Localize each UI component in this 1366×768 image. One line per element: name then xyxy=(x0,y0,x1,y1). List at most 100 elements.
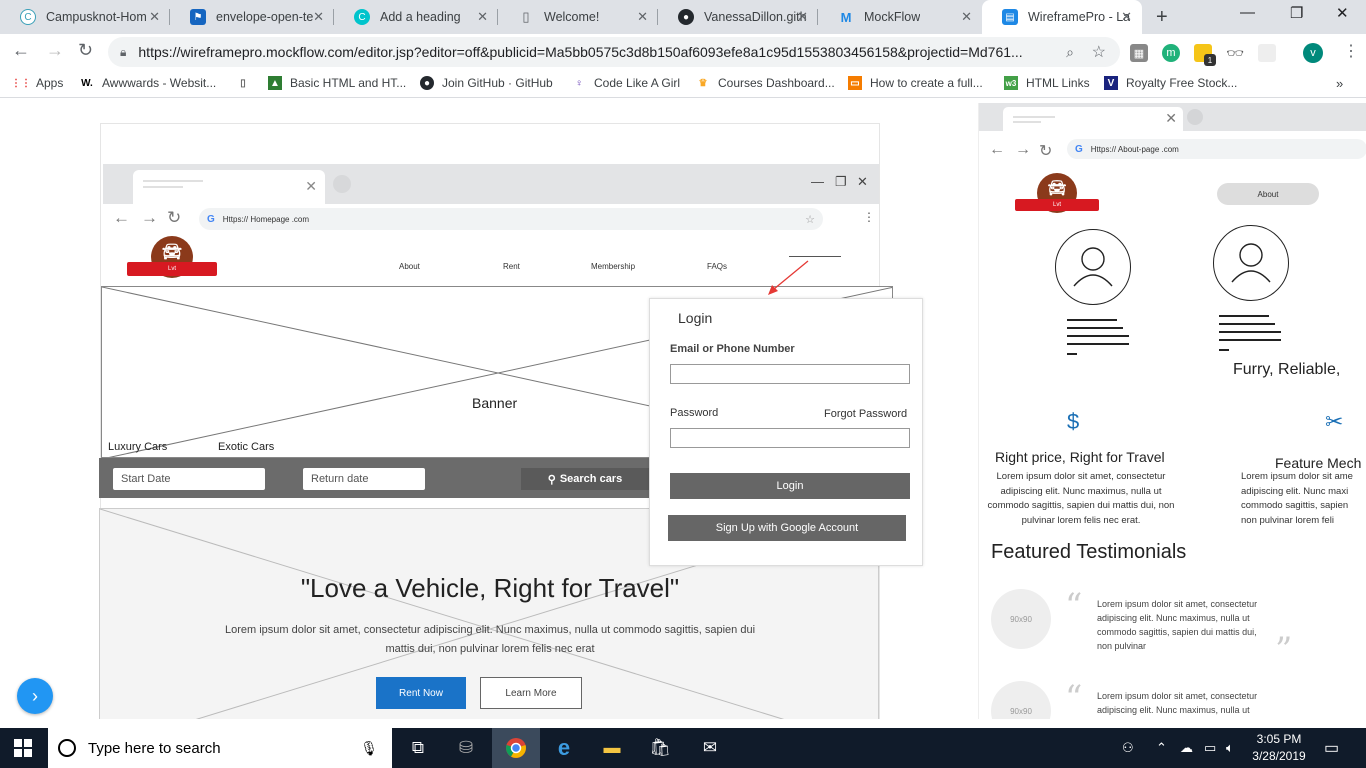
extension-blank-icon[interactable] xyxy=(1258,44,1276,62)
bookmark-awwwards[interactable]: W. Awwwards - Websit... xyxy=(80,76,216,90)
rent-now-button[interactable]: Rent Now xyxy=(376,677,466,709)
search-cars-button[interactable]: ⚲ Search cars xyxy=(521,468,649,490)
crown-icon: ♛ xyxy=(698,77,708,89)
google-signup-button[interactable]: Sign Up with Google Account xyxy=(668,515,906,541)
mock-tab: ✕ xyxy=(133,170,325,204)
tab-mockflow[interactable]: M MockFlow ✕ xyxy=(818,0,982,34)
testimonials-title: Featured Testimonials xyxy=(991,541,1187,563)
close-window-icon[interactable]: ✕ xyxy=(1336,4,1349,22)
tab-envelope[interactable]: ⚑ envelope-open-te ✕ xyxy=(170,0,334,34)
reload-icon[interactable]: ↻ xyxy=(78,40,93,61)
wireframepro-icon: ▤ xyxy=(1002,9,1018,25)
car-icon: 🚘︎ xyxy=(1047,180,1067,197)
document-icon: ▯ xyxy=(522,9,530,24)
password-field[interactable] xyxy=(670,428,910,448)
chrome-taskbar-icon[interactable] xyxy=(492,728,540,768)
start-date-input[interactable]: Start Date xyxy=(113,468,265,490)
tray-chevron-up-icon[interactable]: ⌃ xyxy=(1156,740,1167,756)
address-bar[interactable]: 🔒︎ https://wireframepro.mockflow.com/edi… xyxy=(108,37,1120,67)
minimize-icon[interactable]: — xyxy=(1240,4,1255,21)
bookmark-royalty-free[interactable]: V Royalty Free Stock... xyxy=(1104,76,1237,90)
forgot-password-link[interactable]: Forgot Password xyxy=(824,408,907,420)
close-icon[interactable]: ✕ xyxy=(1121,9,1132,25)
bookmark-code-like-a-girl[interactable]: ♀ Code Like A Girl xyxy=(572,76,680,90)
mock-address-row: ← → ↻ G Https:// Homepage .com ☆ ⋮ xyxy=(103,204,879,232)
menu-kebab-icon[interactable]: ⋮ xyxy=(1343,41,1359,61)
file-explorer-icon[interactable]: ▬ xyxy=(588,728,636,768)
team-avatar-1 xyxy=(1055,229,1131,305)
canva-icon: C xyxy=(354,9,370,25)
email-field[interactable] xyxy=(670,364,910,384)
back-icon[interactable]: ← xyxy=(12,40,30,61)
login-button[interactable]: Login xyxy=(670,473,910,499)
login-title: Login xyxy=(678,310,713,326)
nav-about: About xyxy=(399,262,420,271)
system-clock[interactable]: 3:05 PM 3/28/2019 xyxy=(1248,731,1310,765)
mock-url-text: Https:// Homepage .com xyxy=(222,214,310,224)
close-icon[interactable]: ✕ xyxy=(149,9,160,25)
tab-title: envelope-open-te xyxy=(216,10,314,24)
team-avatar-2 xyxy=(1213,225,1289,301)
close-icon[interactable]: ✕ xyxy=(637,9,648,25)
profile-avatar[interactable]: v xyxy=(1303,43,1323,63)
bookmark-basic-html[interactable]: ▲ Basic HTML and HT... xyxy=(268,76,406,90)
mail-icon[interactable]: ✉︎ xyxy=(686,728,734,768)
bookmark-star-icon[interactable]: ☆ xyxy=(1092,42,1106,62)
tab-campusknot[interactable]: C Campusknot-Hom ✕ xyxy=(0,0,170,34)
wireframe-canvas: ✕ — ❐ ✕ ← → ↻ G Https:// Homepage .com ☆… xyxy=(0,99,1366,719)
tab-canva[interactable]: C Add a heading ✕ xyxy=(334,0,498,34)
restore-icon[interactable]: ❐ xyxy=(1290,4,1303,22)
more-bookmarks-icon[interactable]: » xyxy=(1336,76,1343,91)
bookmark-apps[interactable]: ⋮⋮ Apps xyxy=(11,76,63,90)
forward-icon[interactable]: → xyxy=(46,40,64,61)
database-icon[interactable]: ⛁ xyxy=(442,728,490,768)
close-icon[interactable]: ✕ xyxy=(313,9,324,25)
return-date-input[interactable]: Return date xyxy=(303,468,425,490)
google-icon: G xyxy=(1075,143,1083,155)
learn-more-button[interactable]: Learn More xyxy=(480,677,582,709)
close-icon[interactable]: ✕ xyxy=(961,9,972,25)
extension-puzzle-icon[interactable]: ▦ xyxy=(1130,44,1148,62)
extension-m-icon[interactable]: m xyxy=(1162,44,1180,62)
taskbar-search-placeholder: Type here to search xyxy=(88,739,221,757)
address-url[interactable]: https://wireframepro.mockflow.com/editor… xyxy=(138,44,1022,60)
bookmark-label: HTML Links xyxy=(1026,76,1090,90)
close-icon[interactable]: ✕ xyxy=(477,9,488,25)
tab-wireframepro[interactable]: ▤ WireframePro - La ✕ xyxy=(982,0,1142,34)
html-icon: ▲ xyxy=(268,76,282,90)
bookmark-how-to-create[interactable]: ▭ How to create a full... xyxy=(848,76,983,90)
extension-owl-icon[interactable]: 👓︎ xyxy=(1226,44,1244,62)
girl-icon: ♀ xyxy=(575,77,583,89)
tools-icon: ✂︎ xyxy=(1325,409,1344,434)
mock-tab: ✕ xyxy=(1003,107,1183,131)
expand-panel-button[interactable]: › xyxy=(17,678,53,714)
taskbar-search-box[interactable]: Type here to search 🎙︎ xyxy=(48,728,392,768)
battery-icon[interactable]: ▭ xyxy=(1204,740,1216,756)
search-cars-label: Search cars xyxy=(559,473,623,485)
tab-welcome[interactable]: ▯ Welcome! ✕ xyxy=(498,0,658,34)
bookmark-blank[interactable]: ▯ xyxy=(236,76,258,90)
bookmark-github[interactable]: ● Join GitHub · GitHub xyxy=(420,76,553,90)
volume-icon[interactable]: 🔈︎ xyxy=(1226,740,1234,756)
about-wireframe[interactable]: ✕ ← → ↻ G Https:// About-page .com 🚘︎ Lv… xyxy=(978,103,1366,719)
mock-back-icon: ← xyxy=(989,141,1005,158)
microphone-icon[interactable]: 🎙︎ xyxy=(360,740,378,757)
bookmark-html-links[interactable]: w3 HTML Links xyxy=(1004,76,1090,90)
brand-logo: 🚘︎ Lvt xyxy=(1015,173,1099,217)
task-view-icon[interactable]: ⧉ xyxy=(394,728,442,768)
tab-title: VanessaDillon.gith xyxy=(704,10,807,24)
tab-github[interactable]: ● VanessaDillon.gith ✕ xyxy=(658,0,818,34)
onedrive-icon[interactable]: ☁︎ xyxy=(1180,740,1193,756)
browser-tab-strip: C Campusknot-Hom ✕ ⚑ envelope-open-te ✕ … xyxy=(0,0,1366,34)
close-icon: ✕ xyxy=(1165,110,1177,126)
new-tab-icon[interactable]: + xyxy=(1156,6,1168,29)
zoom-icon[interactable]: ⌕ xyxy=(1066,44,1074,61)
notification-icon[interactable]: ▭ xyxy=(1324,738,1339,758)
store-icon[interactable]: 🛍︎ xyxy=(636,728,684,768)
mock-star-icon: ☆ xyxy=(805,213,815,226)
edge-icon[interactable]: e xyxy=(540,728,588,768)
close-icon[interactable]: ✕ xyxy=(797,9,808,25)
windows-start-icon[interactable] xyxy=(14,739,32,757)
bookmark-courses[interactable]: ♛ Courses Dashboard... xyxy=(696,76,835,90)
people-icon[interactable]: ⚇ xyxy=(1122,740,1134,756)
